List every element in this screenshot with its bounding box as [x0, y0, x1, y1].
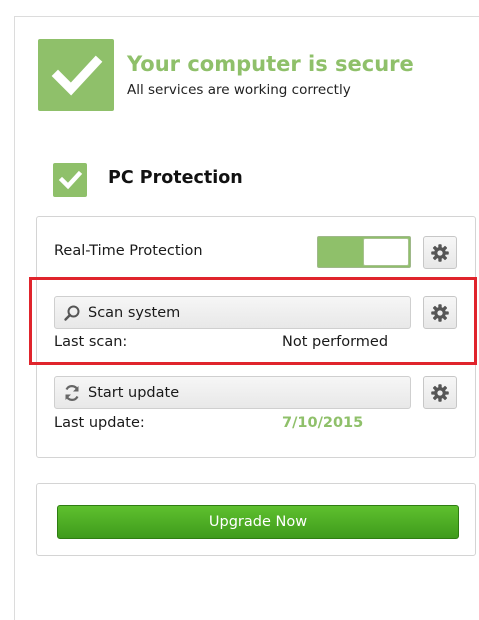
last-update-value: 7/10/2015: [282, 415, 364, 431]
gear-icon: [430, 383, 450, 403]
start-update-button[interactable]: Start update: [54, 376, 411, 409]
status-checkmark-icon: [38, 39, 114, 111]
last-update-label: Last update:: [54, 415, 145, 431]
scan-highlight-box: [29, 277, 477, 365]
start-update-label: Start update: [88, 384, 180, 401]
update-settings-button[interactable]: [423, 376, 457, 409]
upgrade-now-button[interactable]: Upgrade Now: [57, 505, 459, 539]
pc-protection-checkmark-icon: [53, 163, 87, 197]
gear-icon: [430, 243, 450, 263]
pc-protection-title: PC Protection: [108, 168, 243, 188]
status-title: Your computer is secure: [127, 52, 414, 76]
realtime-protection-label: Real-Time Protection: [54, 243, 203, 259]
toggle-knob: [363, 238, 409, 266]
realtime-settings-button[interactable]: [423, 236, 457, 269]
status-subtitle: All services are working correctly: [127, 82, 351, 98]
refresh-icon: [62, 383, 82, 403]
realtime-protection-toggle[interactable]: [317, 236, 411, 268]
